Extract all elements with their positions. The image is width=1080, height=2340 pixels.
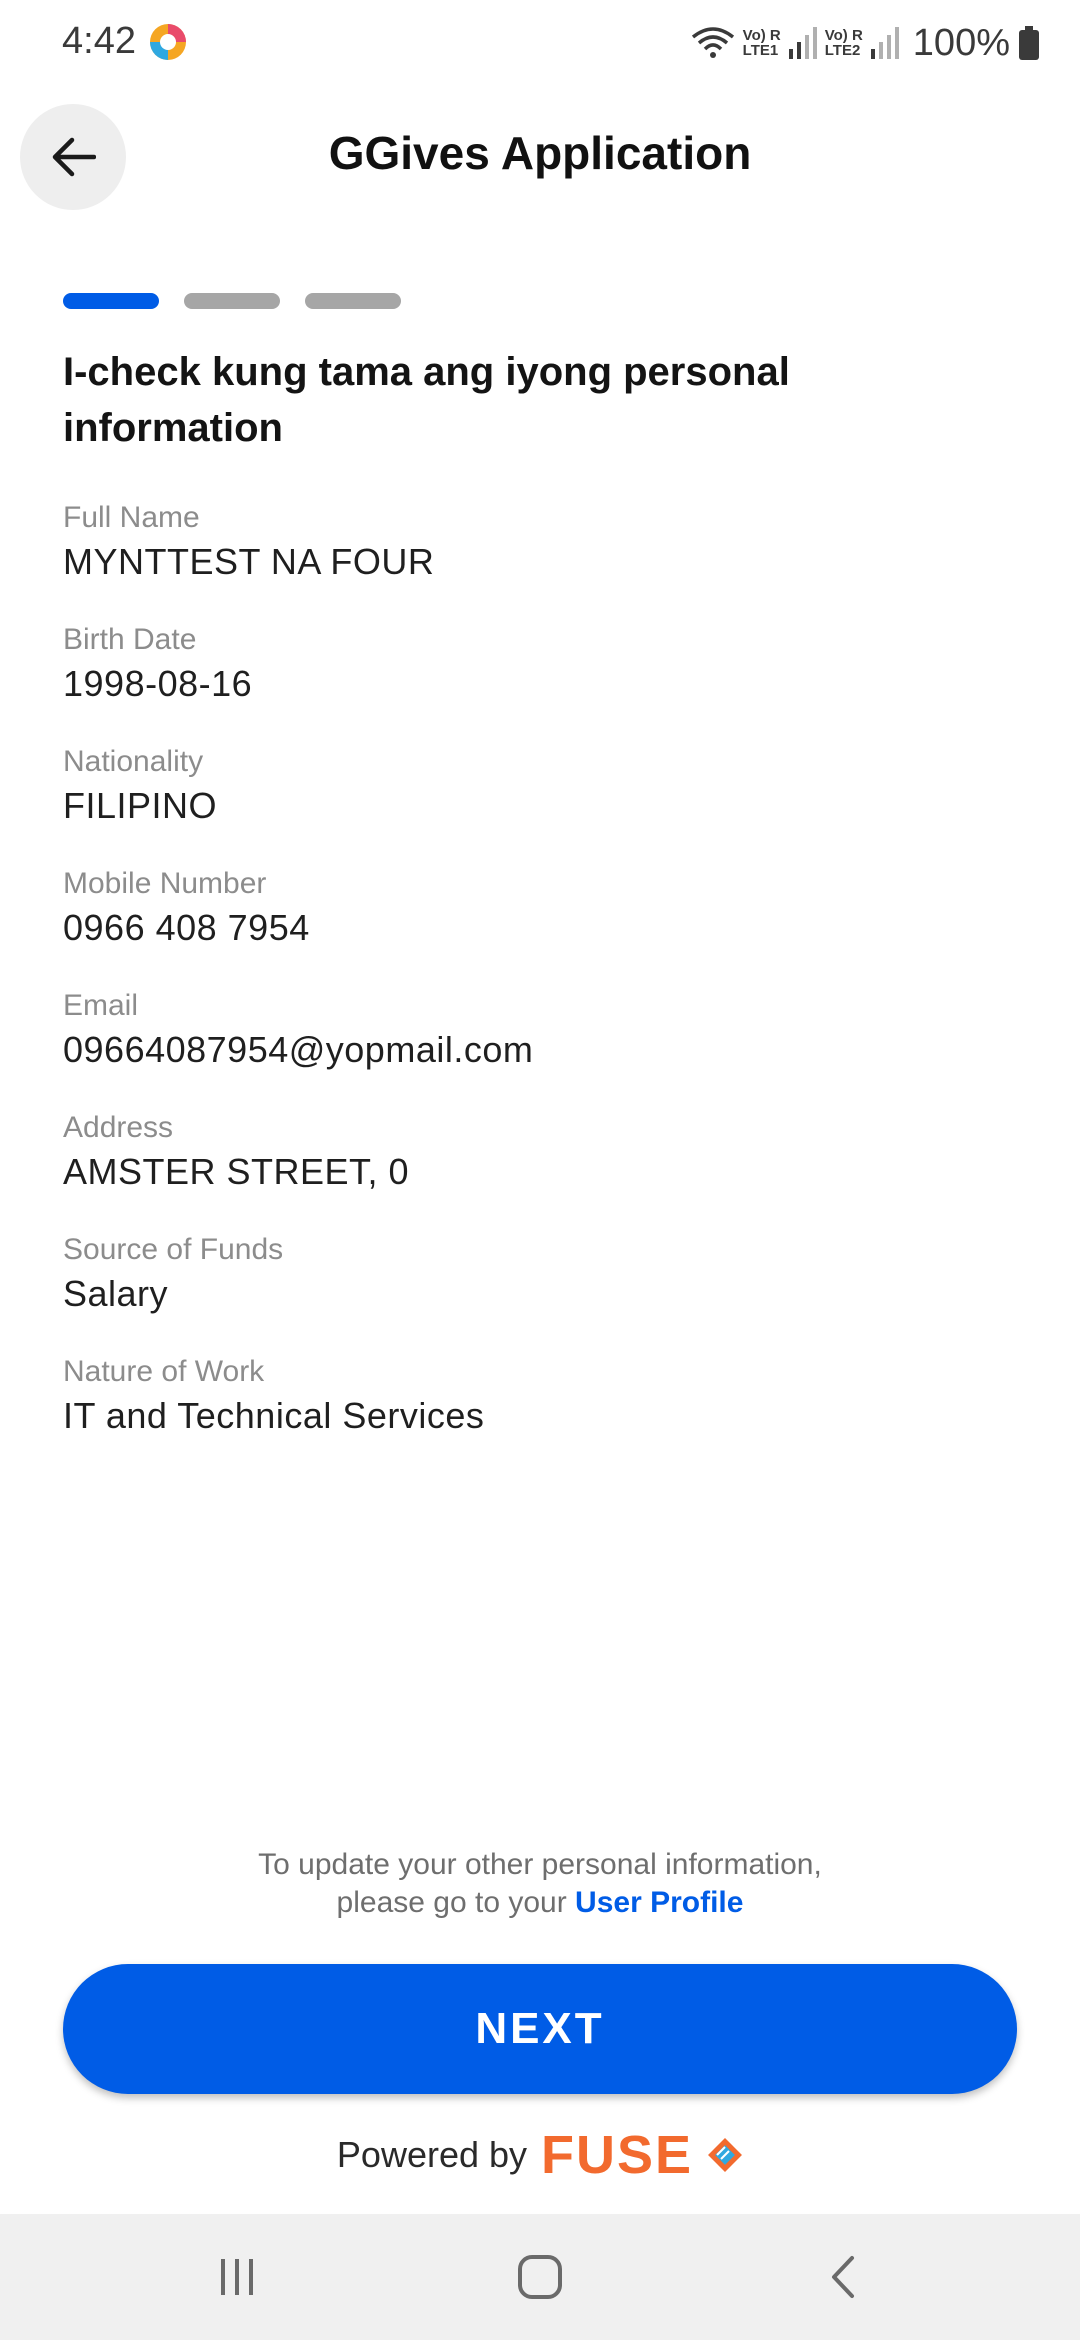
status-bar: 4:42 Vo) R LTE1 Vo) R LTE2 100%: [0, 0, 1080, 86]
signal-icon: [870, 27, 899, 59]
powered-by-footer: Powered by FUSE: [0, 2124, 1080, 2186]
recent-apps-button[interactable]: [202, 2244, 272, 2310]
field-label: Mobile Number: [63, 867, 267, 900]
field-label: Nationality: [63, 745, 204, 778]
recent-apps-icon: [221, 2259, 253, 2295]
personal-info-list: Full Name MYNTTEST NA FOUR Birth Date 19…: [63, 498, 1023, 1474]
update-profile-note: To update your other personal informatio…: [0, 1846, 1080, 1922]
field-label: Birth Date: [63, 623, 197, 656]
field-label: Address: [63, 1111, 174, 1144]
page-title: GGives Application: [328, 127, 752, 179]
field-birth-date: Birth Date 1998-08-16: [63, 620, 1023, 742]
field-address: Address AMSTER STREET, 0: [63, 1108, 1023, 1230]
battery-percentage: 100%: [912, 21, 1010, 64]
system-navigation-bar: [0, 2214, 1080, 2340]
fuse-logo-text: FUSE: [541, 2125, 694, 2185]
note-line-2: please go to your User Profile: [0, 1884, 1080, 1922]
note-line-2-prefix: please go to your: [336, 1886, 567, 1919]
field-nationality: Nationality FILIPINO: [63, 742, 1023, 864]
progress-step-1: [63, 293, 159, 309]
next-button[interactable]: NEXT: [63, 1964, 1017, 2094]
section-heading: I-check kung tama ang iyong personal inf…: [63, 350, 790, 450]
user-profile-link[interactable]: User Profile: [575, 1886, 743, 1919]
status-icons: Vo) R LTE1 Vo) R LTE2 100%: [691, 18, 1040, 68]
status-time: 4:42: [62, 20, 136, 62]
field-label: Full Name: [63, 501, 200, 534]
progress-step-2: [184, 293, 280, 309]
field-label: Nature of Work: [63, 1355, 265, 1388]
field-value: Salary: [63, 1273, 169, 1314]
system-back-button[interactable]: [808, 2244, 878, 2310]
sim2-network-label: Vo) R LTE2: [824, 27, 863, 59]
home-button[interactable]: [505, 2244, 575, 2310]
fuse-logo-icon: [708, 2138, 743, 2172]
field-value: MYNTTEST NA FOUR: [63, 541, 435, 582]
note-line-1: To update your other personal informatio…: [258, 1848, 822, 1881]
sim1-network-label: Vo) R LTE1: [742, 27, 781, 59]
field-nature-of-work: Nature of Work IT and Technical Services: [63, 1352, 1023, 1474]
field-full-name: Full Name MYNTTEST NA FOUR: [63, 498, 1023, 620]
field-email: Email 09664087954@yopmail.com: [63, 986, 1023, 1108]
field-label: Email: [63, 989, 139, 1022]
wifi-icon: [691, 27, 734, 58]
progress-indicator: [63, 293, 401, 309]
field-value: IT and Technical Services: [63, 1395, 485, 1436]
field-value: 1998-08-16: [63, 663, 253, 704]
field-value: 09664087954@yopmail.com: [63, 1029, 534, 1070]
field-value: 0966 408 7954: [63, 907, 310, 948]
field-mobile-number: Mobile Number 0966 408 7954: [63, 864, 1023, 986]
home-icon: [518, 2255, 562, 2299]
chevron-left-icon: [832, 2256, 854, 2298]
field-label: Source of Funds: [63, 1233, 284, 1266]
battery-icon: [1019, 26, 1039, 60]
field-source-of-funds: Source of Funds Salary: [63, 1230, 1023, 1352]
progress-step-3: [305, 293, 401, 309]
app-notification-icon: [150, 24, 186, 60]
powered-by-text: Powered by: [336, 2134, 528, 2175]
field-value: AMSTER STREET, 0: [63, 1151, 410, 1192]
field-value: FILIPINO: [63, 785, 218, 826]
signal-icon: [788, 27, 817, 59]
